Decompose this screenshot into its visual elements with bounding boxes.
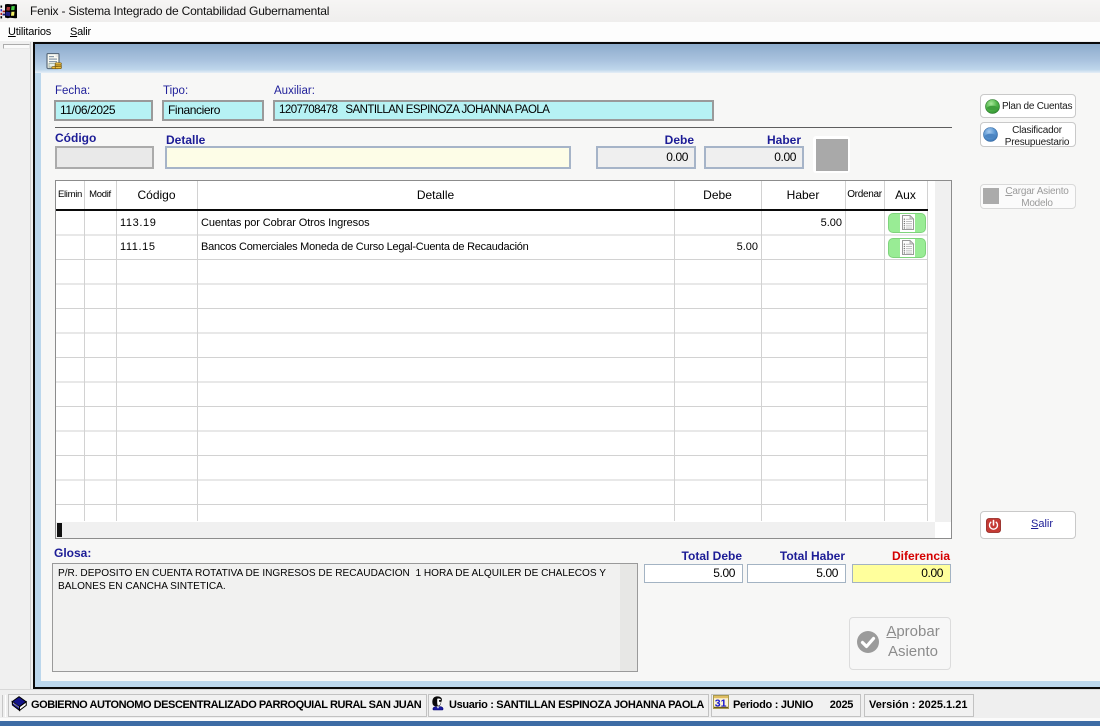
svg-text:31: 31 [715,697,727,709]
